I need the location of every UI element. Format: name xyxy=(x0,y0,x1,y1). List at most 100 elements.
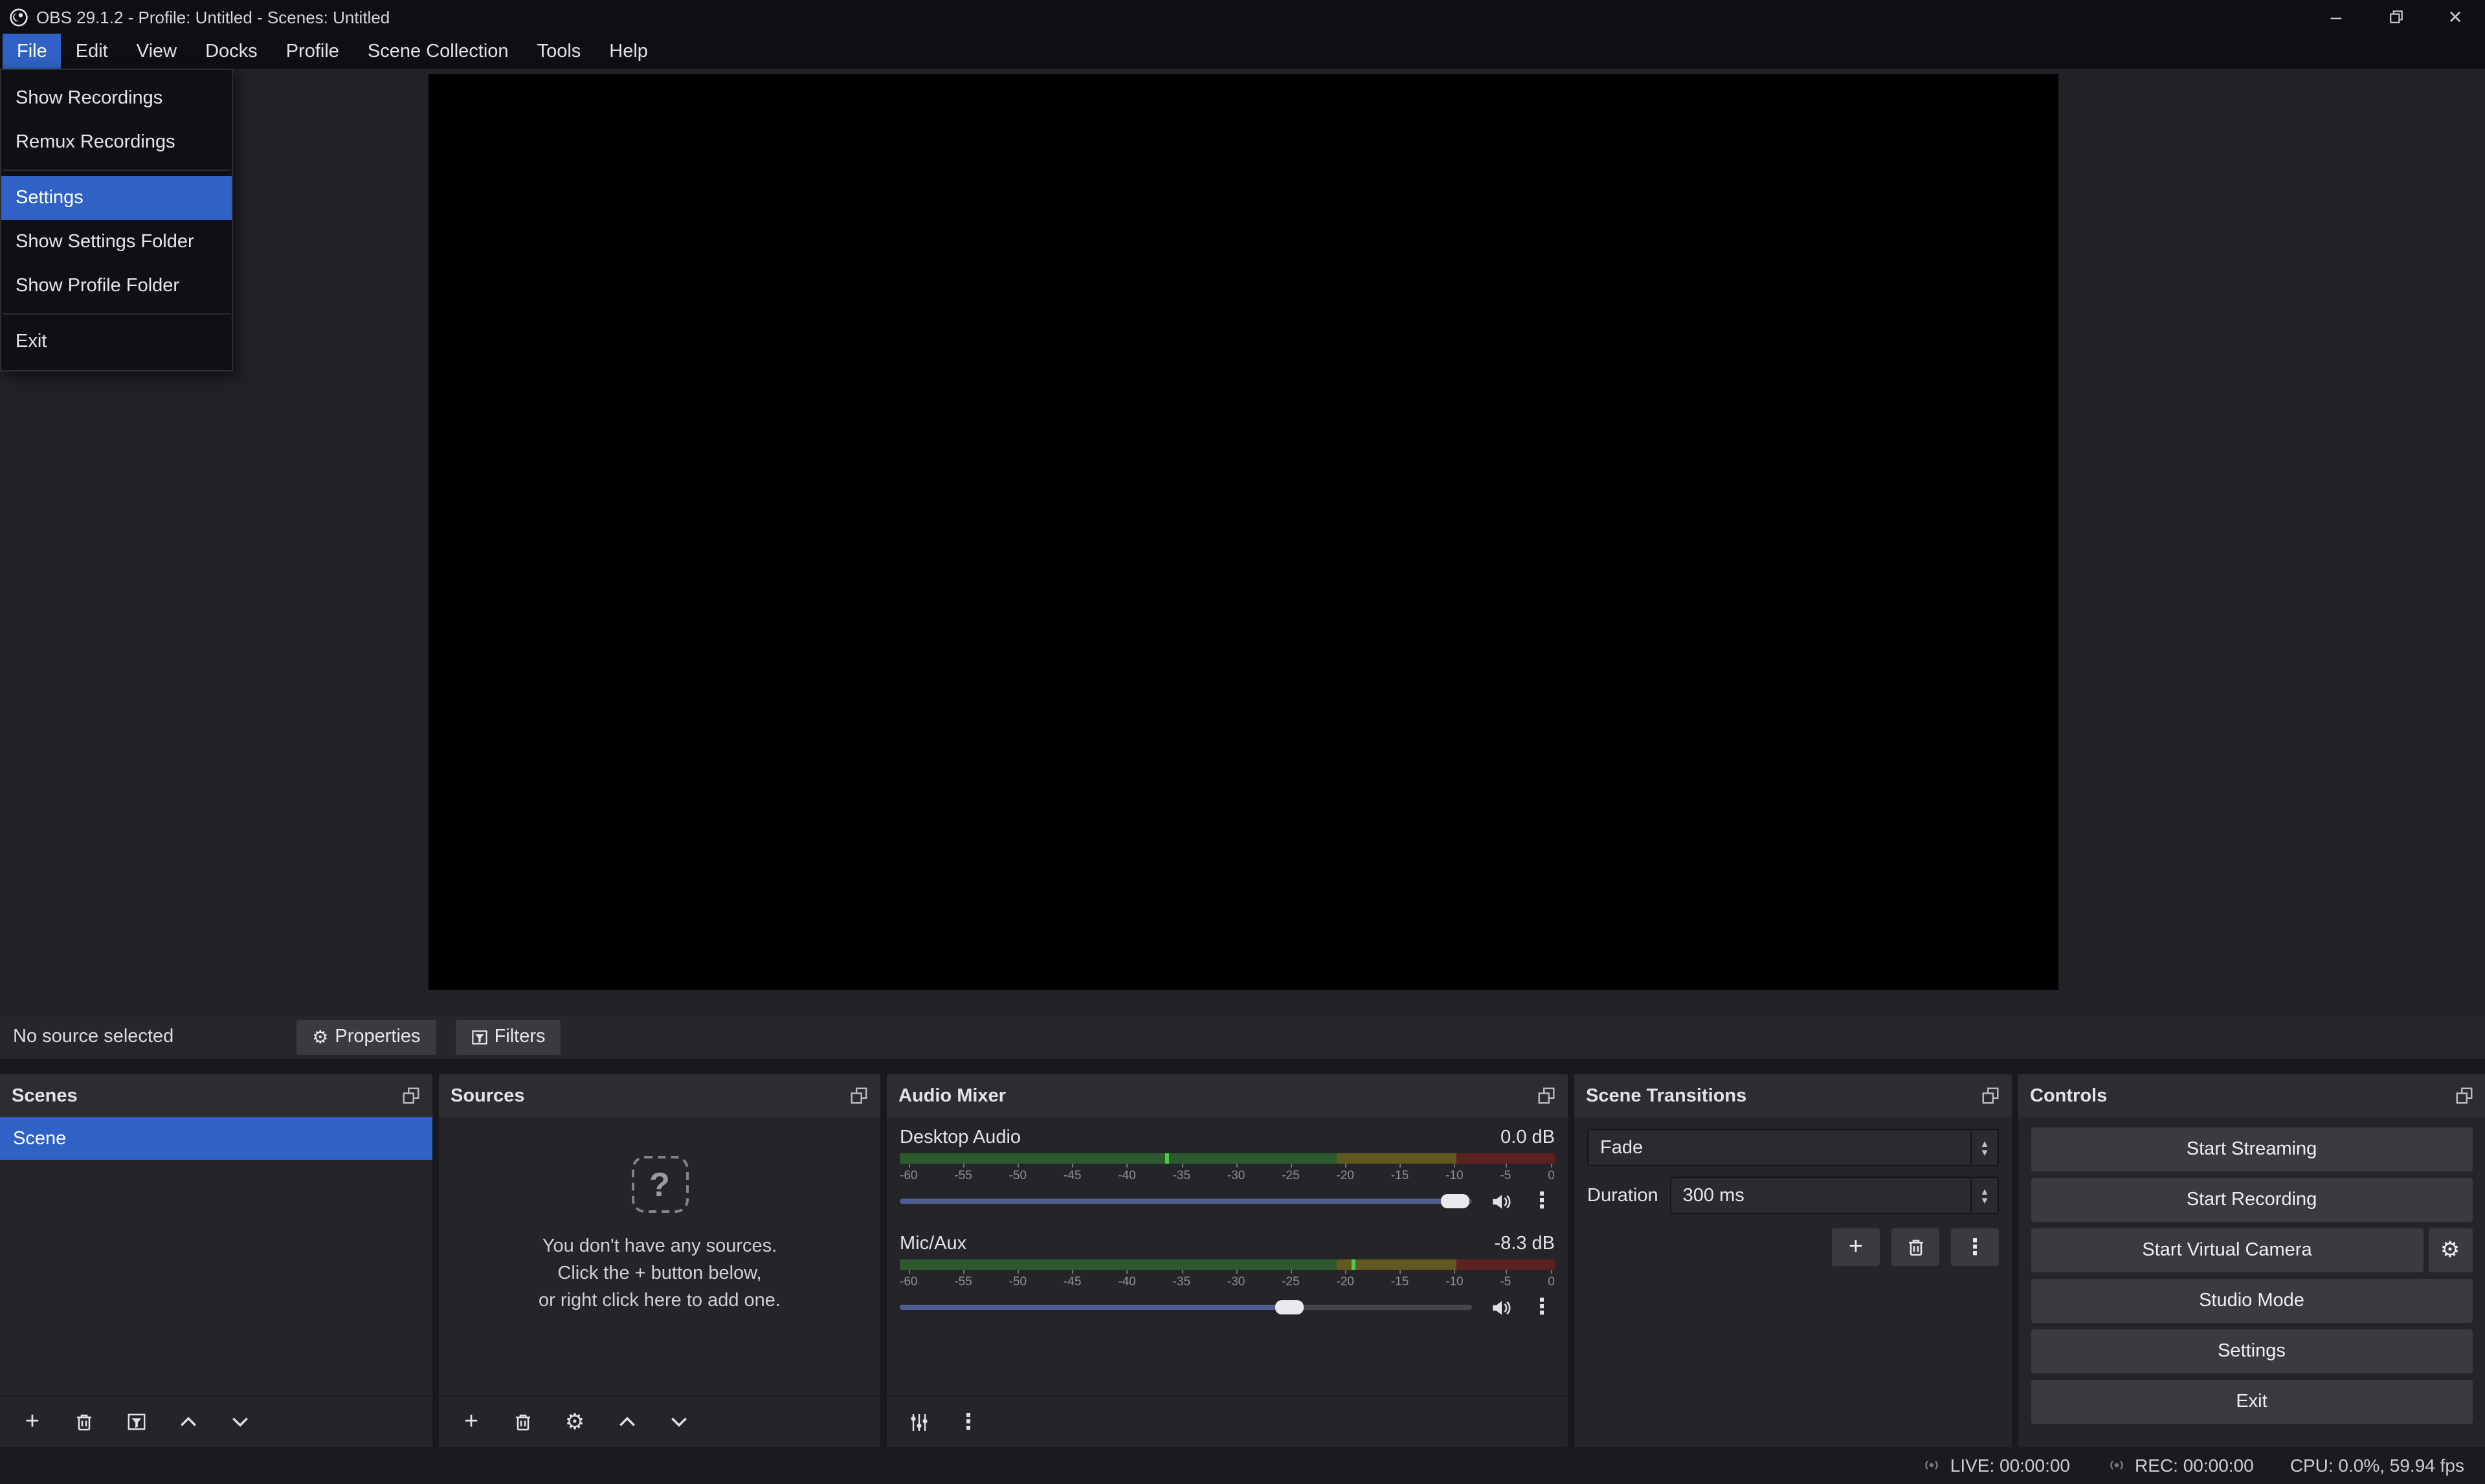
chevron-down-icon xyxy=(230,1412,249,1432)
preview-area: Show Recordings Remux Recordings Setting… xyxy=(0,69,2485,1015)
chevron-up-icon xyxy=(617,1412,636,1432)
move-scene-up-button[interactable] xyxy=(172,1406,203,1437)
file-menu: Show Recordings Remux Recordings Setting… xyxy=(0,69,233,371)
add-transition-button[interactable]: + xyxy=(1832,1228,1880,1266)
file-menu-exit[interactable]: Exit xyxy=(1,320,232,364)
popout-dock-icon[interactable] xyxy=(1537,1086,1556,1105)
scene-transitions-dock-header: Scene Transitions xyxy=(1574,1074,2012,1117)
mixer-options-kebab-icon[interactable]: ⋮ xyxy=(955,1409,981,1435)
remove-transition-button[interactable] xyxy=(1891,1228,1939,1266)
filters-button[interactable]: Filters xyxy=(456,1019,561,1054)
channel-options-kebab-icon[interactable]: ⋮ xyxy=(1529,1294,1555,1320)
menu-edit[interactable]: Edit xyxy=(61,34,122,69)
sources-list[interactable]: ? You don't have any sources. Click the … xyxy=(439,1117,880,1395)
start-virtual-camera-button[interactable]: Start Virtual Camera xyxy=(2031,1228,2423,1272)
move-source-up-button[interactable] xyxy=(611,1406,642,1437)
menu-docks[interactable]: Docks xyxy=(191,34,272,69)
plus-icon: + xyxy=(1849,1233,1863,1261)
file-menu-show-recordings[interactable]: Show Recordings xyxy=(1,76,232,120)
menu-profile[interactable]: Profile xyxy=(272,34,353,69)
remove-scene-button[interactable] xyxy=(69,1406,100,1437)
mute-button[interactable] xyxy=(1485,1186,1516,1217)
chevron-up-icon xyxy=(178,1412,197,1432)
settings-button[interactable]: Settings xyxy=(2031,1329,2472,1373)
popout-dock-icon[interactable] xyxy=(849,1086,869,1105)
audio-mixer-dock-header: Audio Mixer xyxy=(887,1074,1568,1117)
exit-button[interactable]: Exit xyxy=(2031,1380,2472,1424)
volume-slider-fill xyxy=(900,1305,1289,1310)
transition-options-kebab-icon[interactable]: ⋮ xyxy=(1951,1228,1999,1266)
scale-label: -50 xyxy=(1009,1275,1027,1290)
volume-slider-handle[interactable] xyxy=(1275,1300,1303,1314)
scale-label: -60 xyxy=(900,1275,917,1290)
select-spinner[interactable]: ▴ ▾ xyxy=(1970,1130,1998,1165)
scene-list-item[interactable]: Scene xyxy=(0,1117,432,1160)
popout-dock-icon[interactable] xyxy=(401,1086,421,1105)
scale-label: -5 xyxy=(1500,1275,1511,1290)
scene-transitions-dock: Scene Transitions Fade ▴ ▾ xyxy=(1574,1074,2012,1447)
scale-label: -45 xyxy=(1064,1169,1081,1184)
scale-label: -15 xyxy=(1391,1169,1409,1184)
channel-volume-db: -8.3 dB xyxy=(1495,1234,1555,1254)
start-streaming-button[interactable]: Start Streaming xyxy=(2031,1127,2472,1171)
mute-button[interactable] xyxy=(1485,1292,1516,1323)
scale-label: -40 xyxy=(1118,1169,1135,1184)
source-properties-button[interactable]: ⚙ xyxy=(559,1406,590,1437)
menu-tools[interactable]: Tools xyxy=(523,34,596,69)
duration-spinner[interactable]: ▴ ▾ xyxy=(1970,1178,1998,1213)
transition-select[interactable]: Fade ▴ ▾ xyxy=(1587,1129,1999,1166)
trash-icon xyxy=(513,1412,533,1432)
channel-options-kebab-icon[interactable]: ⋮ xyxy=(1529,1188,1555,1214)
scale-label: 0 xyxy=(1548,1275,1555,1290)
maximize-button[interactable] xyxy=(2366,0,2425,34)
studio-mode-button[interactable]: Studio Mode xyxy=(2031,1279,2472,1323)
menu-help[interactable]: Help xyxy=(595,34,662,69)
scale-label: -55 xyxy=(954,1169,972,1184)
start-recording-button[interactable]: Start Recording xyxy=(2031,1178,2472,1222)
advanced-audio-properties-button[interactable] xyxy=(904,1406,935,1437)
scenes-title: Scenes xyxy=(12,1085,78,1106)
meter-scale: -60-55-50-45-40-35-30-25-20-15-10-50 xyxy=(900,1275,1555,1290)
scene-filters-button[interactable] xyxy=(120,1406,151,1437)
speaker-icon xyxy=(1489,1296,1511,1318)
scale-label: -45 xyxy=(1064,1275,1081,1290)
file-menu-settings[interactable]: Settings xyxy=(1,176,232,220)
file-menu-show-settings-folder[interactable]: Show Settings Folder xyxy=(1,220,232,264)
file-menu-remux-recordings[interactable]: Remux Recordings xyxy=(1,120,232,164)
mixer-channel-desktop-audio: Desktop Audio 0.0 dB -60-55-50-45-40-35-… xyxy=(900,1127,1555,1217)
empty-line: Click the + button below, xyxy=(539,1261,781,1288)
gear-icon: ⚙ xyxy=(565,1411,585,1433)
volume-meter xyxy=(900,1153,1555,1164)
scale-label: 0 xyxy=(1548,1169,1555,1184)
preview-canvas[interactable] xyxy=(429,74,2058,990)
sources-footer-toolbar: + ⚙ xyxy=(439,1395,880,1447)
scale-label: -30 xyxy=(1227,1169,1245,1184)
file-menu-show-profile-folder[interactable]: Show Profile Folder xyxy=(1,264,232,308)
remove-source-button[interactable] xyxy=(507,1406,539,1437)
duration-spinbox[interactable]: 300 ms ▴ ▾ xyxy=(1670,1177,1999,1214)
menu-view[interactable]: View xyxy=(122,34,191,69)
menu-file[interactable]: File xyxy=(3,34,61,69)
move-scene-down-button[interactable] xyxy=(224,1406,255,1437)
volume-slider-handle[interactable] xyxy=(1440,1194,1469,1208)
minimize-button[interactable]: – xyxy=(2306,0,2366,34)
popout-dock-icon[interactable] xyxy=(1981,1086,2000,1105)
plus-icon: + xyxy=(464,1410,478,1434)
properties-button[interactable]: ⚙ Properties xyxy=(296,1019,436,1054)
close-button[interactable]: × xyxy=(2425,0,2485,34)
scenes-dock-header: Scenes xyxy=(0,1074,432,1117)
menu-scene-collection[interactable]: Scene Collection xyxy=(353,34,523,69)
obs-window: OBS 29.1.2 - Profile: Untitled - Scenes:… xyxy=(0,0,2485,1484)
mixer-channel-mic-aux: Mic/Aux -8.3 dB -60-55-50-45-40-35-30-25… xyxy=(900,1234,1555,1323)
volume-slider[interactable] xyxy=(900,1199,1472,1204)
popout-dock-icon[interactable] xyxy=(2454,1086,2473,1105)
volume-slider-fill xyxy=(900,1199,1454,1204)
add-source-button[interactable]: + xyxy=(456,1406,487,1437)
virtual-camera-settings-button[interactable]: ⚙ xyxy=(2428,1228,2472,1272)
add-scene-button[interactable]: + xyxy=(17,1406,48,1437)
volume-slider[interactable] xyxy=(900,1305,1472,1310)
minimize-icon: – xyxy=(2331,6,2342,28)
filter-icon xyxy=(471,1028,488,1045)
move-source-down-button[interactable] xyxy=(663,1406,694,1437)
scene-transitions-title: Scene Transitions xyxy=(1586,1085,1746,1106)
